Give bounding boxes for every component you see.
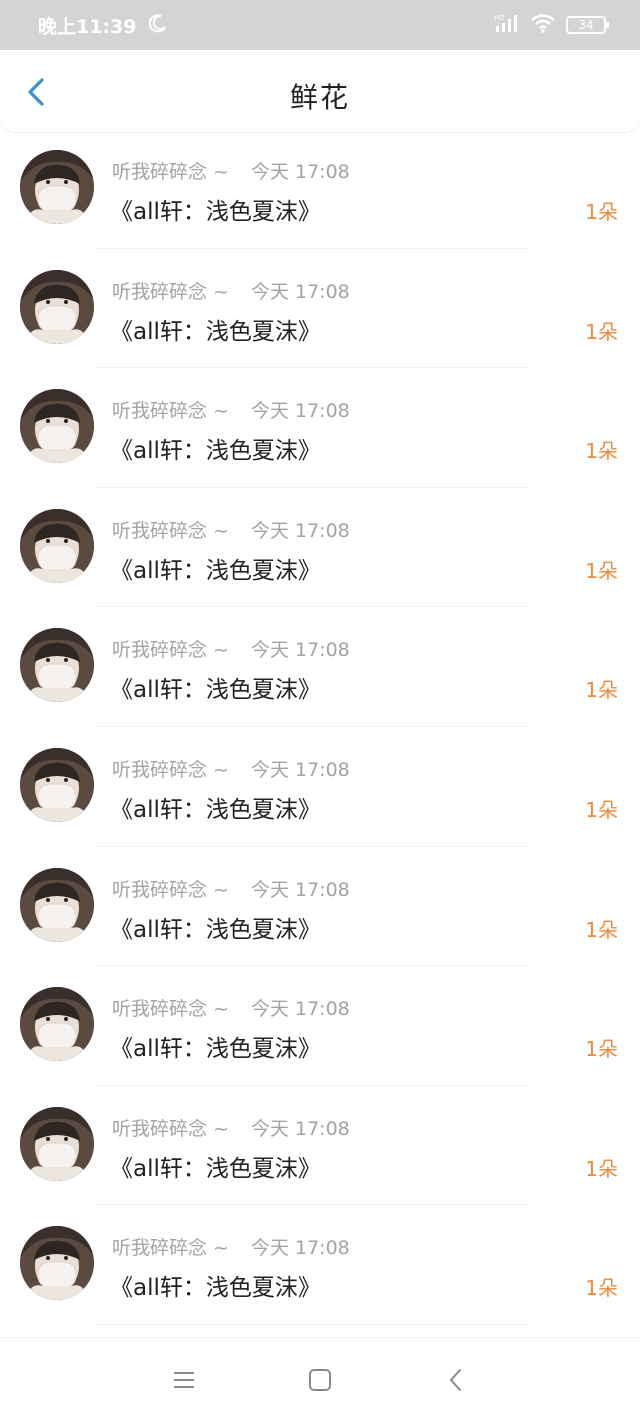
avatar[interactable] [20,867,94,942]
flower-count: 1朵 [585,200,618,224]
work-title[interactable]: 《all轩：浅色夏沫》 [110,910,321,944]
back-chevron-icon [450,1369,461,1391]
work-title[interactable]: 《all轩：浅色夏沫》 [110,1149,321,1183]
list-item[interactable]: 听我碎碎念 ~ 今天 17:08 《all轩：浅色夏沫》 1朵 [0,368,640,488]
system-back-button[interactable] [436,1360,476,1400]
item-meta: 听我碎碎念 ~ 今天 17:08 [112,1114,350,1141]
home-button[interactable] [300,1360,340,1400]
username[interactable]: 听我碎碎念 ~ [112,875,229,902]
avatar-image [20,150,94,224]
system-nav-bar [0,1337,640,1422]
avatar-image [20,987,94,1062]
work-title[interactable]: 《all轩：浅色夏沫》 [110,1029,321,1063]
list-item[interactable]: 听我碎碎念 ~ 今天 17:08 《all轩：浅色夏沫》 1朵 [0,847,640,967]
menu-icon [174,1372,194,1388]
avatar-image [20,269,94,344]
avatar-image [20,389,94,464]
username[interactable]: 听我碎碎念 ~ [112,277,229,304]
moon-icon [148,13,168,38]
header: 鲜花 [0,50,640,132]
avatar[interactable] [20,1226,94,1301]
status-bar: 晚上11:39 HD 34 [0,0,640,50]
timestamp: 今天 17:08 [250,519,350,542]
item-meta: 听我碎碎念 ~ 今天 17:08 [112,277,350,304]
flower-count: 1朵 [585,797,618,822]
list-item[interactable]: 听我碎碎念 ~ 今天 17:08 《all轩：浅色夏沫》 1朵 [0,607,640,727]
avatar[interactable] [20,987,94,1062]
work-title[interactable]: 《all轩：浅色夏沫》 [110,790,321,824]
flower-count: 1朵 [585,917,618,942]
flower-count: 1朵 [585,439,618,464]
list-item[interactable]: 听我碎碎念 ~ 今天 17:08 《all轩：浅色夏沫》 1朵 [0,1205,640,1325]
work-title[interactable]: 《all轩：浅色夏沫》 [110,312,321,346]
username[interactable]: 听我碎碎念 ~ [112,755,229,782]
item-meta: 听我碎碎念 ~ 今天 17:08 [112,396,350,423]
svg-text:HD: HD [494,14,505,22]
avatar-image [20,747,94,822]
flower-count: 1朵 [585,1276,618,1301]
avatar-image [20,1106,94,1181]
timestamp: 今天 17:08 [250,878,350,901]
avatar-image [20,628,94,703]
username[interactable]: 听我碎碎念 ~ [112,157,229,184]
wifi-icon [530,12,556,38]
avatar[interactable] [20,508,94,583]
avatar[interactable] [20,628,94,703]
username[interactable]: 听我碎碎念 ~ [112,396,229,423]
timestamp: 今天 17:08 [250,1237,350,1260]
work-title[interactable]: 《all轩：浅色夏沫》 [110,431,321,465]
item-meta: 听我碎碎念 ~ 今天 17:08 [112,994,350,1021]
timestamp: 今天 17:08 [250,1117,350,1140]
username[interactable]: 听我碎碎念 ~ [112,635,229,662]
list-item[interactable]: 听我碎碎念 ~ 今天 17:08 《all轩：浅色夏沫》 1朵 [0,966,640,1086]
signal-icon: HD [494,12,520,38]
username[interactable]: 听我碎碎念 ~ [112,516,229,543]
timestamp: 今天 17:08 [250,400,350,423]
menu-button[interactable] [164,1360,204,1400]
username[interactable]: 听我碎碎念 ~ [112,1233,229,1260]
item-meta: 听我碎碎念 ~ 今天 17:08 [112,1233,350,1260]
avatar[interactable] [20,747,94,822]
flower-count: 1朵 [585,558,618,583]
work-title[interactable]: 《all轩：浅色夏沫》 [110,670,321,704]
flower-count: 1朵 [585,1156,618,1181]
flower-count: 1朵 [585,319,618,344]
username[interactable]: 听我碎碎念 ~ [112,1114,229,1141]
status-time: 晚上11:39 [38,15,137,38]
work-title[interactable]: 《all轩：浅色夏沫》 [110,192,321,226]
status-left: 晚上11:39 [38,12,168,39]
work-title[interactable]: 《all轩：浅色夏沫》 [110,551,321,585]
timestamp: 今天 17:08 [250,758,350,781]
list-item[interactable]: 听我碎碎念 ~ 今天 17:08 《all轩：浅色夏沫》 1朵 [0,129,640,249]
item-meta: 听我碎碎念 ~ 今天 17:08 [112,635,350,662]
avatar[interactable] [20,269,94,344]
timestamp: 今天 17:08 [250,639,350,662]
item-meta: 听我碎碎念 ~ 今天 17:08 [112,516,350,543]
flower-count: 1朵 [585,678,618,703]
avatar-image [20,508,94,583]
avatar-image [20,1226,94,1301]
flower-count: 1朵 [585,1037,618,1062]
flower-list: 听我碎碎念 ~ 今天 17:08 《all轩：浅色夏沫》 1朵 听我碎碎念 ~ … [0,129,640,1325]
avatar[interactable] [20,1106,94,1181]
battery-icon: 34 [566,16,609,34]
item-meta: 听我碎碎念 ~ 今天 17:08 [112,157,350,184]
home-square-icon [309,1369,331,1391]
avatar[interactable] [20,389,94,464]
avatar-image [20,867,94,942]
item-meta: 听我碎碎念 ~ 今天 17:08 [112,755,350,782]
timestamp: 今天 17:08 [250,161,350,183]
page-title: 鲜花 [289,81,350,114]
list-item[interactable]: 听我碎碎念 ~ 今天 17:08 《all轩：浅色夏沫》 1朵 [0,1086,640,1206]
avatar[interactable] [20,150,94,224]
list-item[interactable]: 听我碎碎念 ~ 今天 17:08 《all轩：浅色夏沫》 1朵 [0,249,640,369]
username[interactable]: 听我碎碎念 ~ [112,994,229,1021]
timestamp: 今天 17:08 [250,998,350,1021]
item-meta: 听我碎碎念 ~ 今天 17:08 [112,875,350,902]
work-title[interactable]: 《all轩：浅色夏沫》 [110,1268,321,1302]
list-item[interactable]: 听我碎碎念 ~ 今天 17:08 《all轩：浅色夏沫》 1朵 [0,727,640,847]
status-right: HD 34 [494,12,609,38]
list-item[interactable]: 听我碎碎念 ~ 今天 17:08 《all轩：浅色夏沫》 1朵 [0,488,640,608]
timestamp: 今天 17:08 [250,280,350,303]
